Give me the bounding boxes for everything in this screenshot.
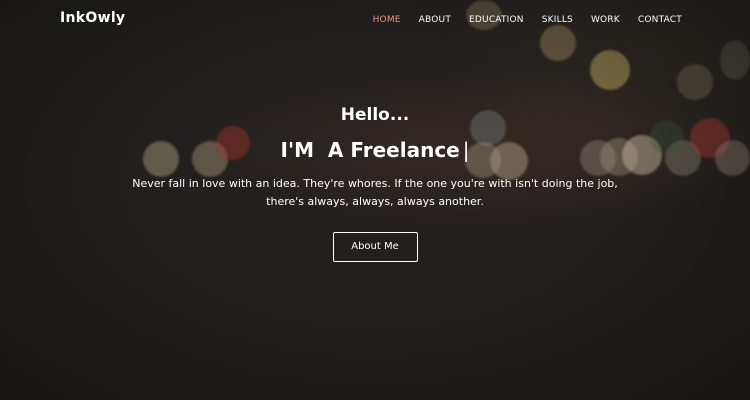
nav-link-education[interactable]: EDUCATION bbox=[469, 15, 524, 25]
nav-link-home[interactable]: HOME bbox=[373, 15, 401, 25]
typing-cursor: | bbox=[462, 138, 470, 162]
nav-link-skills[interactable]: SKILLS bbox=[542, 15, 573, 25]
hero-greeting: Hello... bbox=[340, 105, 410, 125]
nav-link-contact[interactable]: CONTACT bbox=[638, 15, 682, 25]
nav-menu: HOME ABOUT EDUCATION SKILLS WORK CONTACT bbox=[373, 15, 682, 25]
nav-link-work[interactable]: WORK bbox=[591, 15, 620, 25]
nav-link-about[interactable]: ABOUT bbox=[419, 15, 451, 25]
hero-tagline: Never fall in love with an idea. They're… bbox=[132, 177, 618, 208]
about-me-button[interactable]: About Me bbox=[332, 232, 418, 262]
brand-logo[interactable]: InkOwly bbox=[60, 10, 125, 26]
navbar: InkOwly HOME ABOUT EDUCATION SKILLS WORK… bbox=[0, 0, 750, 40]
hero-headline: I'M A Freelance | bbox=[0, 138, 750, 162]
hero-headline-text: I'M A Freelance bbox=[280, 138, 460, 162]
hero-content: Hello... I'M A Freelance | Never fall in … bbox=[0, 100, 750, 262]
